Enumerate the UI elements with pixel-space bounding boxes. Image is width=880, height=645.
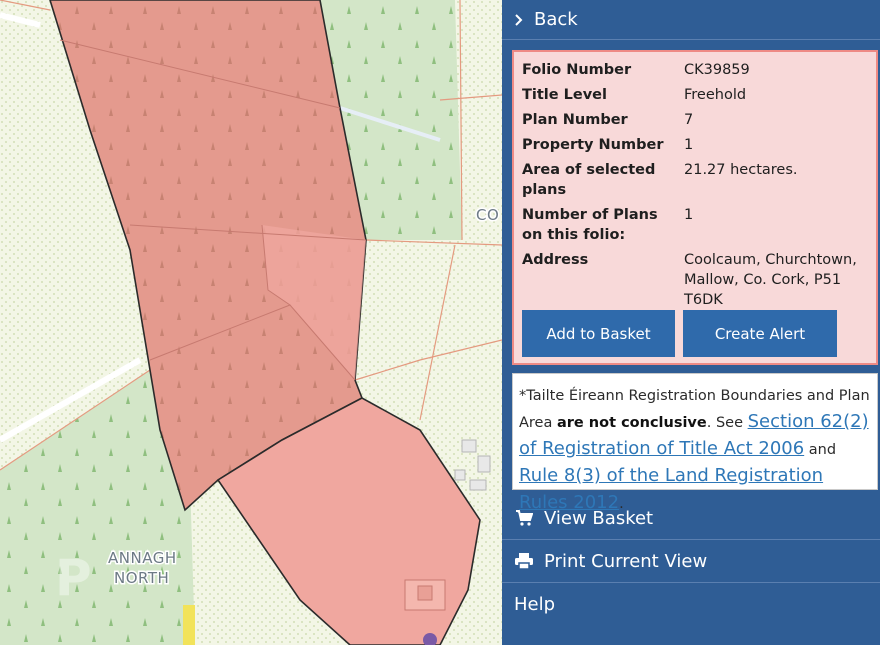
title-level-label: Title Level [522,87,607,103]
folio-row: Number of Plans on this folio: 1 [522,205,872,250]
printer-icon [514,553,534,569]
view-basket-label: View Basket [544,507,654,529]
sidebar: Back Folio Number CK39859 Title Level Fr… [502,0,880,645]
area-value: 21.27 hectares. [684,162,798,178]
watermark-logo: P [55,549,92,607]
plan-count-label: Number of Plans on this folio: [522,207,658,243]
map-view[interactable]: P ANNAGH NORTH CO [0,0,502,645]
plan-count-value: 1 [684,207,694,223]
help-button[interactable]: Help [502,583,880,626]
folio-row: Title Level Freehold [522,85,872,110]
folio-row: Address Coolcaum, Churchtown, Mallow, Co… [522,250,872,315]
property-number-label: Property Number [522,137,664,153]
disclaimer-see: . See [706,415,743,431]
address-label: Address [522,252,589,268]
map-label-north: NORTH [114,569,169,587]
plan-number-label: Plan Number [522,112,628,128]
disclaimer-box: *Tailte Éireann Registration Boundaries … [512,373,878,513]
print-label: Print Current View [544,550,708,572]
create-alert-button[interactable]: Create Alert [683,310,837,357]
folio-info-panel: Folio Number CK39859 Title Level Freehol… [512,50,878,365]
farm-building [417,585,433,601]
title-level-value: Freehold [684,87,747,103]
disclaimer-and: and [808,442,837,458]
address-value: Coolcaum, Churchtown, Mallow, Co. Cork, … [684,252,857,308]
folio-row: Area of selected plans 21.27 hectares. [522,160,872,205]
folio-number-value: CK39859 [684,62,750,78]
print-current-view-button[interactable]: Print Current View [502,540,880,583]
property-number-value: 1 [684,137,694,153]
add-to-basket-button[interactable]: Add to Basket [522,310,675,357]
disclaimer-bold: are not conclusive [556,415,707,431]
back-button[interactable]: Back [502,0,880,40]
help-label: Help [514,594,556,615]
view-basket-button[interactable]: View Basket [502,497,880,540]
chevron-right-icon [512,13,526,26]
map-label-annagh: ANNAGH [108,549,177,567]
map-label-partial: CO [476,206,499,224]
area-label: Area of selected plans [522,162,656,198]
folio-row: Folio Number CK39859 [522,60,872,85]
folio-number-label: Folio Number [522,62,632,78]
folio-row: Plan Number 7 [522,110,872,135]
map-canvas[interactable]: P ANNAGH NORTH CO [0,0,502,645]
folio-details-table: Folio Number CK39859 Title Level Freehol… [522,60,872,315]
back-label: Back [534,9,578,30]
road-yellow [183,605,195,645]
folio-row: Property Number 1 [522,135,872,160]
cart-icon [514,510,534,526]
plan-number-value: 7 [684,112,694,128]
